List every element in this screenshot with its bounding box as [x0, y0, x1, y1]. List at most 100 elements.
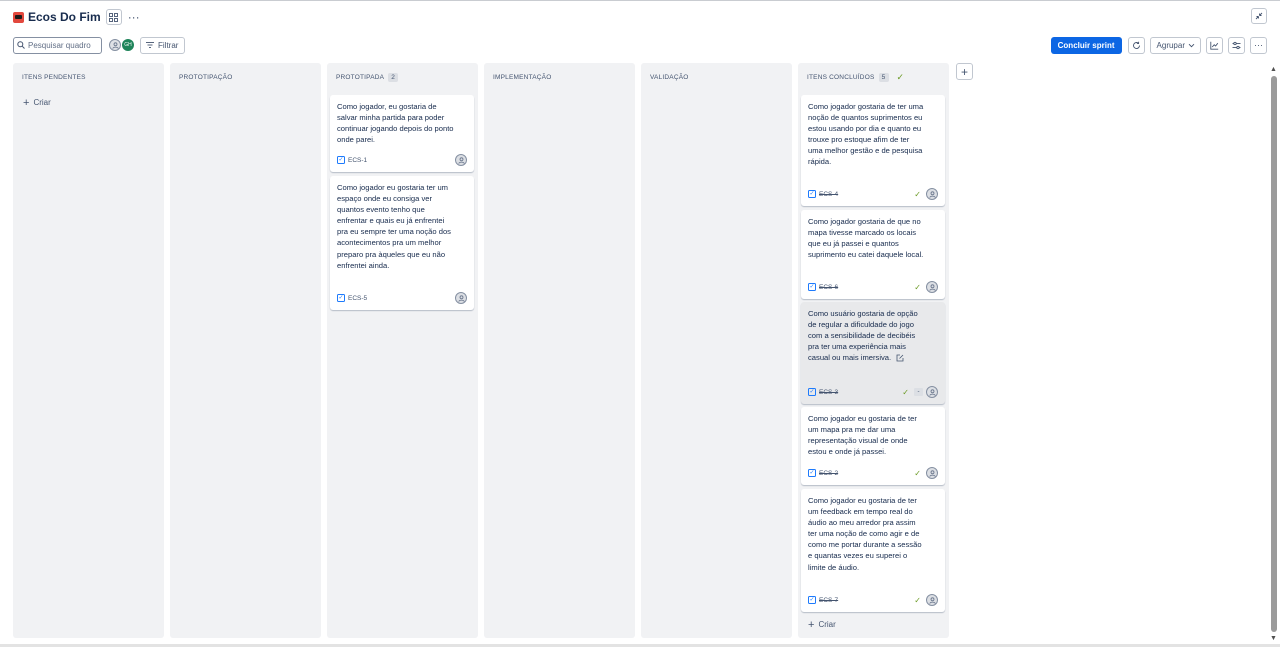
- assignee-avatar[interactable]: [926, 386, 938, 398]
- issue-card[interactable]: Como jogador gostaria de que no mapa tiv…: [801, 210, 945, 299]
- person-icon: [457, 156, 465, 164]
- issue-card[interactable]: Como jogador eu gostaria de ter um mapa …: [801, 407, 945, 485]
- issue-card[interactable]: Como jogador eu gostaria de ter um feedb…: [801, 489, 945, 612]
- issue-key[interactable]: ECS-1: [348, 157, 367, 164]
- collapse-icon[interactable]: [1251, 8, 1267, 24]
- story-type-icon: ✓: [808, 190, 816, 198]
- person-icon: [928, 388, 936, 396]
- board-header: Ecos Do Fim ···: [13, 7, 140, 27]
- group-by-label: Agrupar: [1156, 40, 1185, 50]
- card-footer: ✓ ECS-5: [337, 292, 467, 304]
- issue-summary: Como jogador gostaria de que no mapa tiv…: [808, 217, 924, 260]
- story-type-icon: ✓: [808, 283, 816, 291]
- column-header: ITENS CONCLUÍDOS 5 ✓: [807, 72, 904, 82]
- assignee-avatar[interactable]: [926, 594, 938, 606]
- vertical-scrollbar[interactable]: ▲ ▼: [1269, 64, 1279, 646]
- issue-card[interactable]: Como jogador eu gostaria ter um espaço o…: [330, 176, 474, 310]
- plus-icon: +: [23, 96, 30, 109]
- more-options-icon[interactable]: ···: [128, 11, 140, 23]
- create-issue-button[interactable]: + Criar: [23, 96, 51, 109]
- scroll-up-icon[interactable]: ▲: [1270, 66, 1277, 73]
- add-column-button[interactable]: +: [956, 63, 973, 80]
- column-title: VALIDAÇÃO: [650, 73, 689, 81]
- filter-label: Filtrar: [158, 40, 179, 50]
- issue-key[interactable]: ECS-4: [819, 191, 838, 198]
- column-title: ITENS PENDENTES: [22, 73, 86, 81]
- avatar-user[interactable]: GH: [122, 39, 134, 51]
- refresh-icon[interactable]: [1127, 36, 1145, 54]
- scroll-down-icon[interactable]: ▼: [1270, 635, 1277, 642]
- issue-key[interactable]: ECS-2: [819, 470, 838, 477]
- issue-key[interactable]: ECS-6: [819, 284, 838, 291]
- search-input[interactable]: Pesquisar quadro: [13, 36, 102, 54]
- scrollbar-thumb[interactable]: [1271, 76, 1277, 632]
- column-prototipada: PROTOTIPADA 2 Como jogador, eu gostaria …: [327, 63, 478, 638]
- search-placeholder: Pesquisar quadro: [28, 40, 91, 50]
- column-implementacao: IMPLEMENTAÇÃO: [484, 63, 635, 638]
- done-check-icon: ✓: [896, 71, 905, 82]
- assignee-avatar[interactable]: [455, 154, 467, 166]
- issue-key[interactable]: ECS-7: [819, 597, 838, 604]
- person-icon: [928, 190, 936, 198]
- issue-count-badge: 5: [878, 72, 889, 82]
- person-icon: [928, 283, 936, 291]
- person-icon: [457, 294, 465, 302]
- avatar-group: GH: [109, 39, 134, 51]
- done-check-icon: ✓: [914, 189, 921, 199]
- card-footer: ✓ ECS-7 ✓: [808, 594, 938, 606]
- column-itens-concluidos: ITENS CONCLUÍDOS 5 ✓ Como jogador gostar…: [798, 63, 949, 638]
- project-icon: [13, 11, 24, 23]
- search-icon: [17, 41, 25, 49]
- issue-card[interactable]: Como jogador, eu gostaria de salvar minh…: [330, 95, 474, 172]
- story-points-badge[interactable]: -: [914, 388, 923, 396]
- column-header: PROTOTIPAÇÃO: [179, 72, 232, 82]
- card-footer: ✓ ECS-2 ✓: [808, 467, 938, 479]
- assignee-avatar[interactable]: [926, 188, 938, 200]
- done-check-icon: ✓: [914, 468, 921, 478]
- done-check-icon: ✓: [914, 595, 921, 605]
- issue-count-badge: 2: [388, 72, 399, 82]
- issue-key[interactable]: ECS-5: [348, 295, 367, 302]
- issue-card[interactable]: Como usuário gostaria de opção de regula…: [801, 302, 945, 404]
- column-header: VALIDAÇÃO: [650, 72, 689, 82]
- story-type-icon: ✓: [808, 596, 816, 604]
- group-by-button[interactable]: Agrupar: [1149, 36, 1201, 54]
- chevron-down-icon: [1188, 43, 1195, 47]
- column-header: ITENS PENDENTES: [22, 72, 86, 82]
- insights-icon[interactable]: [1206, 36, 1223, 54]
- column-title: IMPLEMENTAÇÃO: [493, 73, 552, 81]
- person-icon: [928, 469, 936, 477]
- assignee-avatar[interactable]: [926, 281, 938, 293]
- complete-sprint-button[interactable]: Concluir sprint: [1050, 36, 1122, 54]
- plus-icon: +: [808, 618, 815, 631]
- filter-icon: [146, 41, 154, 50]
- board-view-icon[interactable]: [105, 9, 122, 25]
- issue-key[interactable]: ECS-3: [819, 389, 838, 396]
- board-actions: Concluir sprint Agrupar ···: [1050, 36, 1267, 54]
- card-footer: ✓ ECS-3 ✓ -: [808, 386, 938, 398]
- story-type-icon: ✓: [808, 388, 816, 396]
- assignee-avatar[interactable]: [926, 467, 938, 479]
- person-icon: [928, 596, 936, 604]
- edit-icon[interactable]: [896, 354, 904, 362]
- issue-summary: Como usuário gostaria de opção de regula…: [808, 308, 926, 363]
- create-label: Criar: [818, 620, 836, 629]
- issue-summary: Como jogador eu gostaria ter um espaço o…: [337, 183, 451, 270]
- board-toolbar: Pesquisar quadro GH Filtrar: [13, 36, 186, 54]
- filter-button[interactable]: Filtrar: [140, 36, 186, 54]
- column-title: ITENS CONCLUÍDOS: [807, 73, 875, 81]
- more-actions-icon[interactable]: ···: [1250, 36, 1267, 54]
- issue-card[interactable]: Como jogador gostaria de ter uma noção d…: [801, 95, 945, 206]
- issue-summary: Como jogador, eu gostaria de salvar minh…: [337, 102, 454, 145]
- column-validacao: VALIDAÇÃO: [641, 63, 792, 638]
- story-type-icon: ✓: [808, 469, 816, 477]
- avatar[interactable]: [109, 39, 121, 51]
- issue-summary: Como jogador eu gostaria de ter um mapa …: [808, 414, 917, 457]
- view-settings-icon[interactable]: [1228, 36, 1245, 54]
- assignee-avatar[interactable]: [455, 292, 467, 304]
- page-title: Ecos Do Fim: [28, 10, 101, 24]
- create-issue-button[interactable]: + Criar: [808, 618, 836, 631]
- issue-summary: Como jogador gostaria de ter uma noção d…: [808, 102, 924, 167]
- card-footer: ✓ ECS-1: [337, 154, 467, 166]
- done-check-icon: ✓: [914, 282, 921, 292]
